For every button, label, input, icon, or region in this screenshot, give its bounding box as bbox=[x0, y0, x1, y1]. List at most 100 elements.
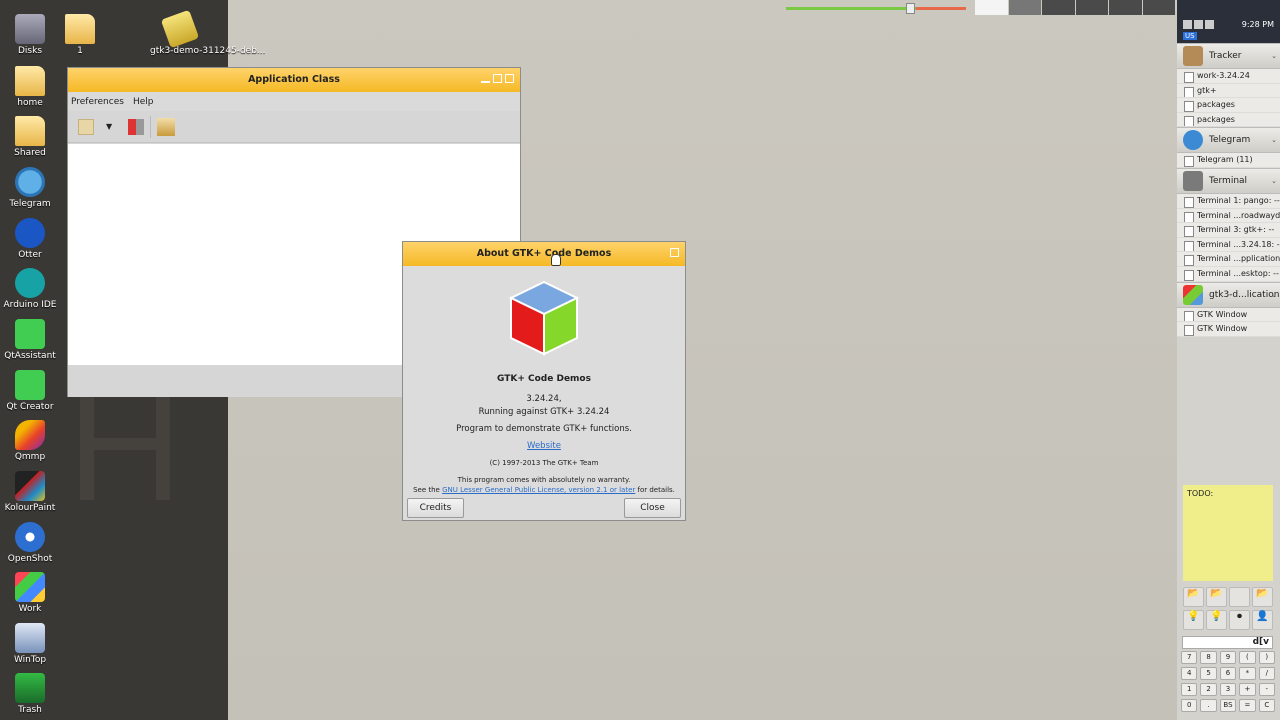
calc-key[interactable]: C bbox=[1258, 699, 1275, 712]
website-link[interactable]: Website bbox=[527, 441, 561, 451]
calc-key[interactable]: 3 bbox=[1219, 683, 1237, 696]
calc-key[interactable]: ) bbox=[1258, 651, 1275, 664]
task-item[interactable]: Terminal ...3.24.18: -- bbox=[1177, 237, 1280, 253]
taskgroup-tracker[interactable]: Tracker ⌄ bbox=[1177, 43, 1280, 69]
calc-key[interactable]: / bbox=[1258, 667, 1275, 680]
folder-launcher-icon[interactable]: 📂 bbox=[1206, 587, 1227, 607]
slider-high-zone bbox=[916, 7, 966, 10]
workspace-6[interactable] bbox=[1142, 0, 1175, 15]
app-titlebar[interactable]: Application Class bbox=[68, 68, 520, 92]
desktop-icon-trash[interactable]: Trash bbox=[0, 673, 60, 715]
folder-launcher-icon[interactable]: 📂 bbox=[1183, 587, 1204, 607]
desktop-icon-work[interactable]: Work bbox=[0, 572, 60, 614]
desktop-icon-arduino[interactable]: Arduino IDE bbox=[0, 268, 60, 310]
calc-key[interactable]: 7 bbox=[1181, 651, 1198, 664]
task-item[interactable]: Terminal ...roadwayd bbox=[1177, 208, 1280, 224]
clock[interactable]: 9:28 PM bbox=[1242, 20, 1274, 29]
package-icon bbox=[160, 9, 200, 49]
volume-icon[interactable] bbox=[1194, 20, 1203, 29]
calc-key[interactable]: 9 bbox=[1219, 651, 1237, 664]
close-button[interactable]: Close bbox=[624, 498, 681, 518]
about-titlebar[interactable]: About GTK+ Code Demos bbox=[403, 242, 685, 266]
desktop-icon-folder-1[interactable]: 1 bbox=[50, 14, 110, 56]
workspace-3[interactable] bbox=[1042, 0, 1075, 15]
menu-help[interactable]: Help bbox=[133, 97, 154, 107]
desktop-icon-openshot[interactable]: OpenShot bbox=[0, 522, 60, 564]
task-item[interactable]: GTK Window bbox=[1177, 322, 1280, 337]
settings-icon[interactable] bbox=[1205, 20, 1214, 29]
calc-key[interactable]: 8 bbox=[1200, 651, 1217, 664]
taskgroup-telegram[interactable]: Telegram ⌄ bbox=[1177, 127, 1280, 154]
calculator-display[interactable]: d[v bbox=[1182, 636, 1273, 649]
minimize-icon[interactable] bbox=[481, 81, 490, 83]
calculator-keypad: 7 8 9 ( ) 4 5 6 * / 1 2 3 + - 0 . BS = C bbox=[1181, 651, 1275, 712]
keyboard-layout[interactable]: US bbox=[1183, 32, 1197, 40]
task-item[interactable]: Terminal 3: gtk+: -- bbox=[1177, 223, 1280, 238]
desktop-icon-qtcreator[interactable]: Qt Creator bbox=[0, 370, 60, 412]
calc-key[interactable]: 1 bbox=[1181, 683, 1198, 696]
desktop-icon-otter[interactable]: Otter bbox=[0, 218, 60, 260]
workspace-4[interactable] bbox=[1075, 0, 1108, 15]
maximize-icon[interactable] bbox=[493, 74, 502, 83]
workspace-1[interactable] bbox=[975, 0, 1008, 15]
desktop-icon-qtassistant[interactable]: QtAssistant bbox=[0, 319, 60, 361]
close-icon[interactable] bbox=[505, 74, 514, 83]
volume-slider[interactable] bbox=[786, 3, 966, 14]
task-item[interactable]: gtk+ bbox=[1177, 83, 1280, 99]
lightbulb-icon[interactable]: 💡 bbox=[1206, 610, 1227, 630]
folder-launcher-icon[interactable]: 📂 bbox=[1252, 587, 1273, 607]
taskgroup-gtk3-demo[interactable]: gtk3-d...lication ⌄ bbox=[1177, 281, 1280, 308]
workspace-2[interactable] bbox=[1008, 0, 1041, 15]
calc-key[interactable]: BS bbox=[1219, 699, 1237, 712]
desktop-icon-home[interactable]: home bbox=[0, 66, 60, 108]
calc-key[interactable]: = bbox=[1239, 699, 1256, 712]
calc-key[interactable]: . bbox=[1200, 699, 1217, 712]
otter-browser-icon bbox=[15, 218, 45, 248]
desktop-icon-telegram[interactable]: Telegram bbox=[0, 167, 60, 209]
task-item[interactable]: Terminal ...esktop: -- bbox=[1177, 266, 1280, 282]
calc-key[interactable]: 6 bbox=[1219, 667, 1237, 680]
menu-preferences[interactable]: Preferences bbox=[71, 97, 124, 107]
slider-knob[interactable] bbox=[906, 3, 915, 14]
task-item[interactable]: work-3.24.24 bbox=[1177, 69, 1280, 84]
telegram-icon bbox=[15, 167, 45, 197]
user-icon[interactable]: 👤 bbox=[1252, 610, 1273, 630]
task-item[interactable]: GTK Window bbox=[1177, 307, 1280, 323]
calc-key[interactable]: * bbox=[1239, 667, 1256, 680]
close-icon[interactable] bbox=[670, 248, 679, 257]
desktop-icon-shared[interactable]: Shared bbox=[0, 116, 60, 158]
taskgroup-terminal[interactable]: Terminal ⌄ bbox=[1177, 167, 1280, 194]
task-item[interactable]: packages bbox=[1177, 98, 1280, 113]
lightbulb-icon[interactable]: 💡 bbox=[1183, 610, 1204, 630]
arduino-icon bbox=[15, 268, 45, 298]
desktop-icon-kolourpaint[interactable]: KolourPaint bbox=[0, 471, 60, 513]
network-icon[interactable] bbox=[1183, 20, 1192, 29]
calc-key[interactable]: 0 bbox=[1181, 699, 1198, 712]
chevron-down-icon[interactable]: ▼ bbox=[106, 122, 112, 131]
calc-key[interactable]: ( bbox=[1239, 651, 1256, 664]
calc-key[interactable]: - bbox=[1258, 683, 1275, 696]
task-item[interactable]: Terminal ...pplication bbox=[1177, 252, 1280, 267]
quit-icon[interactable] bbox=[128, 118, 145, 135]
task-item[interactable]: Terminal 1: pango: -- bbox=[1177, 193, 1280, 209]
open-icon[interactable] bbox=[78, 118, 94, 135]
desktop-icon-gtk3-demo-deb[interactable]: gtk3-demo-311245-deb... bbox=[150, 9, 266, 56]
todo-note[interactable]: TODO: bbox=[1183, 485, 1273, 581]
record-icon[interactable]: ⏺ bbox=[1229, 610, 1250, 630]
calc-key[interactable]: + bbox=[1239, 683, 1256, 696]
calc-key[interactable]: 2 bbox=[1200, 683, 1217, 696]
calc-key[interactable]: 4 bbox=[1181, 667, 1198, 680]
workspace-5[interactable] bbox=[1109, 0, 1142, 15]
kolourpaint-icon bbox=[15, 471, 45, 501]
task-item[interactable]: packages bbox=[1177, 112, 1280, 128]
task-item[interactable]: Telegram (11) bbox=[1177, 153, 1280, 168]
empty-launcher-slot[interactable] bbox=[1229, 587, 1250, 607]
license-link[interactable]: GNU Lesser General Public License, versi… bbox=[442, 486, 635, 494]
desktop-icon-qmmp[interactable]: Qmmp bbox=[0, 420, 60, 462]
credits-button[interactable]: Credits bbox=[407, 498, 464, 518]
workspace-pager[interactable] bbox=[975, 0, 1175, 15]
logo-icon[interactable] bbox=[157, 117, 176, 136]
version-block: 3.24.24, Running against GTK+ 3.24.24 bbox=[403, 393, 685, 419]
desktop-icon-wintop[interactable]: WinTop bbox=[0, 623, 60, 665]
calc-key[interactable]: 5 bbox=[1200, 667, 1217, 680]
